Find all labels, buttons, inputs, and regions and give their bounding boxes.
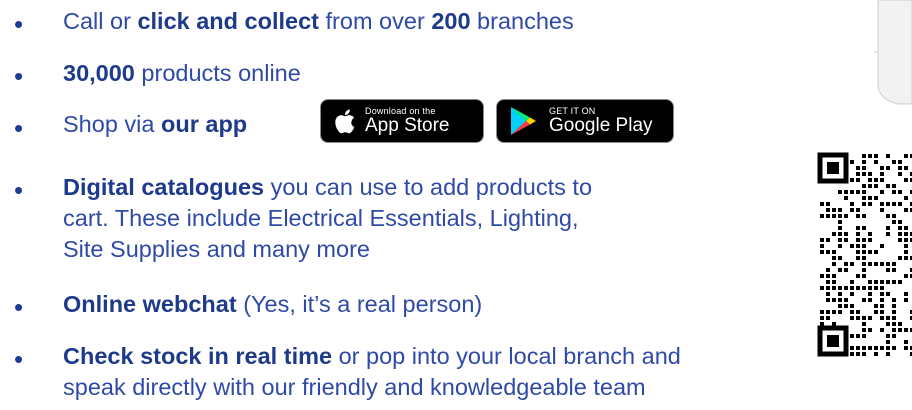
bullet: •: [14, 9, 24, 39]
cropped-image-fragment: [874, 0, 912, 105]
bullet: •: [14, 113, 24, 143]
list-item-products-online: 30,000 products online: [63, 58, 301, 88]
text-segment: (Yes, it’s a real person): [236, 291, 483, 317]
app-store-label: App Store: [365, 115, 450, 136]
text-segment: Call or: [63, 8, 138, 34]
bullet: •: [14, 175, 24, 205]
list-item-check-stock: Check stock in real time or pop into you…: [63, 341, 681, 371]
list-item-check-stock-line-2: speak directly with our friendly and kno…: [63, 372, 646, 402]
text-segment: branches: [470, 8, 574, 34]
list-item-digital-catalogues-line-3: Site Supplies and many more: [63, 234, 370, 264]
list-item-shop-via-app: Shop via our app: [63, 109, 247, 139]
bullet: •: [14, 61, 24, 91]
text-emphasis: our app: [160, 111, 248, 137]
google-play-badge[interactable]: GET IT ON Google Play: [496, 99, 674, 143]
text-segment: speak directly with our friendly and kno…: [63, 374, 646, 400]
app-store-badge[interactable]: Download on the App Store: [320, 99, 484, 143]
text-emphasis: 200: [431, 8, 471, 34]
text-segment: Site Supplies and many more: [63, 236, 370, 262]
text-segment: cart. These include Electrical Essential…: [63, 205, 579, 231]
list-item-click-collect: Call or click and collect from over 200 …: [63, 6, 574, 36]
feature-list: • Call or click and collect from over 20…: [0, 0, 912, 410]
text-emphasis: click and collect: [137, 8, 319, 34]
list-item-digital-catalogues: Digital catalogues you can use to add pr…: [63, 172, 592, 202]
text-segment: you can use to add products to: [264, 174, 593, 200]
bullet: •: [14, 344, 24, 374]
list-item-online-webchat: Online webchat (Yes, it’s a real person): [63, 289, 482, 319]
list-item-digital-catalogues-line-2: cart. These include Electrical Essential…: [63, 203, 579, 233]
text-segment: from over: [319, 8, 432, 34]
text-emphasis: Digital catalogues: [63, 174, 265, 200]
bullet: •: [14, 292, 24, 322]
text-emphasis: Online webchat: [63, 291, 237, 317]
google-play-label: Google Play: [549, 115, 653, 136]
text-emphasis: 30,000: [63, 60, 135, 86]
apple-icon: [335, 109, 355, 134]
qr-code[interactable]: [814, 148, 912, 360]
google-play-icon: [511, 107, 536, 135]
text-emphasis: Check stock in real time: [63, 343, 333, 369]
text-segment: products online: [134, 60, 301, 86]
text-segment: Shop via: [63, 111, 161, 137]
text-segment: or pop into your local branch and: [332, 343, 681, 369]
